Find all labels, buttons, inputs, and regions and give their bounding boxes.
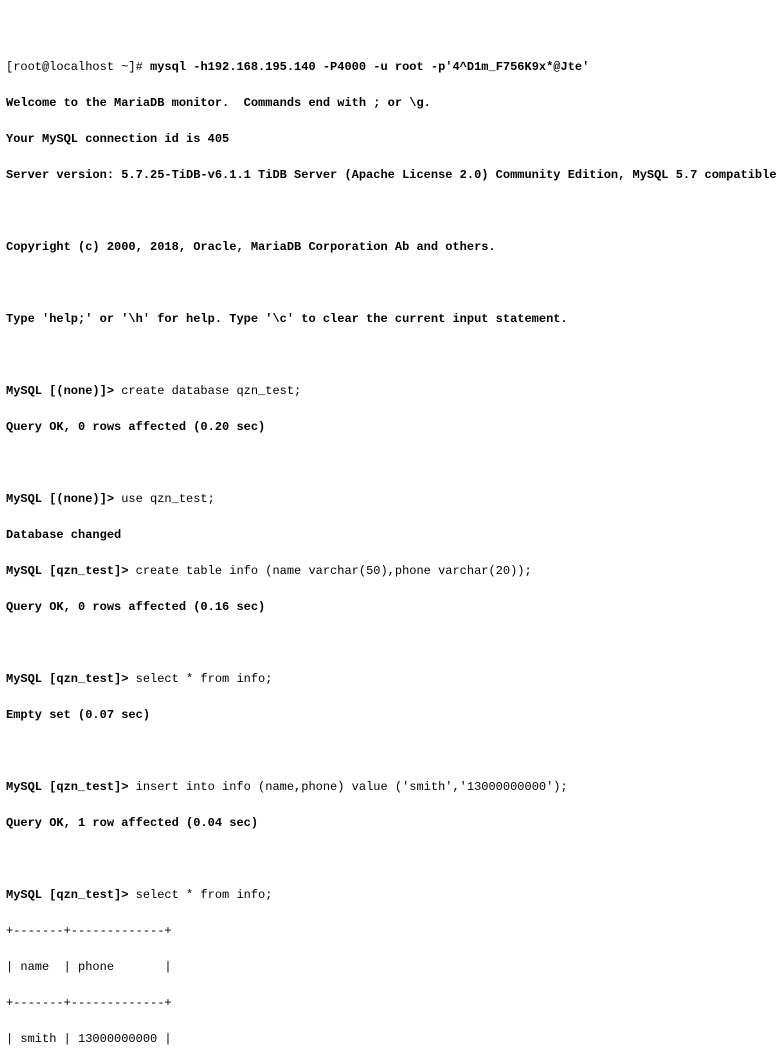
copyright-line: Copyright (c) 2000, 2018, Oracle, MariaD… [6,238,773,256]
blank-line [6,742,773,760]
sql-result: Query OK, 0 rows affected (0.20 sec) [6,418,773,436]
shell-prompt: [root@localhost ~]# [6,60,150,74]
blank-line [6,202,773,220]
sql-command: insert into info (name,phone) value ('sm… [136,780,568,794]
sql-result: Database changed [6,526,773,544]
sql-prompt: MySQL [(none)]> [6,384,121,398]
sql-command: create database qzn_test; [121,384,301,398]
table-header: | name | phone | [6,958,773,976]
sql-prompt: MySQL [qzn_test]> [6,564,136,578]
table-border: +-------+-------------+ [6,994,773,1012]
sql-result: Empty set (0.07 sec) [6,706,773,724]
sql-command: select * from info; [136,672,273,686]
sql-command: use qzn_test; [121,492,215,506]
shell-command: mysql -h192.168.195.140 -P4000 -u root -… [150,60,589,74]
sql-create-db-line: MySQL [(none)]> create database qzn_test… [6,382,773,400]
sql-insert-line: MySQL [qzn_test]> insert into info (name… [6,778,773,796]
welcome-line-2: Your MySQL connection id is 405 [6,130,773,148]
blank-line [6,346,773,364]
blank-line [6,454,773,472]
sql-use-db-line: MySQL [(none)]> use qzn_test; [6,490,773,508]
sql-select-line: MySQL [qzn_test]> select * from info; [6,670,773,688]
sql-command: select * from info; [136,888,273,902]
sql-prompt: MySQL [(none)]> [6,492,121,506]
sql-command: create table info (name varchar(50),phon… [136,564,532,578]
blank-line [6,850,773,868]
table-border: +-------+-------------+ [6,922,773,940]
sql-prompt: MySQL [qzn_test]> [6,672,136,686]
sql-select-line: MySQL [qzn_test]> select * from info; [6,886,773,904]
blank-line [6,634,773,652]
welcome-line-1: Welcome to the MariaDB monitor. Commands… [6,94,773,112]
help-line: Type 'help;' or '\h' for help. Type '\c'… [6,310,773,328]
table-row: | smith | 13000000000 | [6,1030,773,1048]
sql-prompt: MySQL [qzn_test]> [6,888,136,902]
blank-line [6,274,773,292]
shell-line: [root@localhost ~]# mysql -h192.168.195.… [6,58,773,76]
sql-result: Query OK, 1 row affected (0.04 sec) [6,814,773,832]
sql-result: Query OK, 0 rows affected (0.16 sec) [6,598,773,616]
sql-create-table-line: MySQL [qzn_test]> create table info (nam… [6,562,773,580]
sql-prompt: MySQL [qzn_test]> [6,780,136,794]
welcome-line-3: Server version: 5.7.25-TiDB-v6.1.1 TiDB … [6,166,773,184]
